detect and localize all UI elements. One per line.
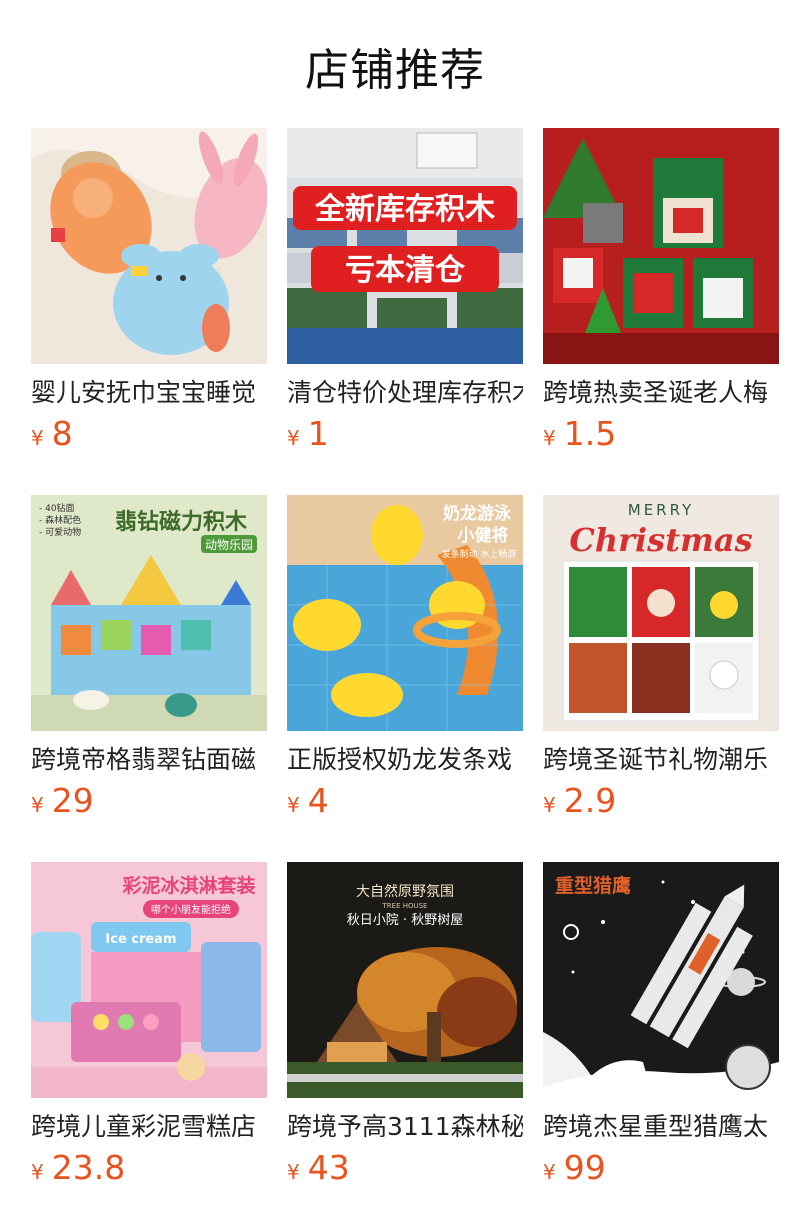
product-card[interactable]: 婴儿安抚巾宝宝睡觉 ¥8 [31,128,267,460]
product-card[interactable]: 翡钻磁力积木 动物乐园 - 40钻面 - 森林配色 - 可爱动物 跨境帝格翡翠钻… [31,495,267,827]
currency-symbol: ¥ [287,1160,300,1184]
christmas-pixel-santa-image [543,128,779,364]
image-subheadline: 秋日小院 · 秋野树屋 [347,913,463,928]
product-card[interactable]: 奶龙游泳 小健将 发条制动 水上畅游 正版授权奶龙发条戏 ¥4 [287,495,523,827]
image-headline: 奶龙游泳 [443,503,512,524]
page-title: 店铺推荐 [305,45,485,96]
price-value: 99 [563,1148,606,1187]
christmas-block-display-image: MERRY Christmas [543,495,779,731]
currency-symbol: ¥ [543,1160,556,1184]
product-card[interactable]: 彩泥冰淇淋套装 哪个小朋友能拒绝 Ice cream 跨境儿童彩泥雪糕店 ¥23… [31,862,267,1194]
product-image[interactable]: 翡钻磁力积木 动物乐园 - 40钻面 - 森林配色 - 可爱动物 [31,495,267,731]
image-subheadline: Christmas [569,521,752,559]
yellow-duck-pool-image: 奶龙游泳 小健将 发条制动 水上畅游 [287,495,523,731]
clearance-blocks-warehouse-image: 全新库存积木 亏本清仓 [287,128,523,364]
image-sign: Ice cream [105,932,176,947]
product-image[interactable]: 重型猎鹰 [543,862,779,1098]
product-card[interactable]: 大自然原野氛围 TREE HOUSE 秋日小院 · 秋野树屋 跨境予高3111森… [287,862,523,1194]
price-value: 4 [307,781,329,820]
price-value: 43 [307,1148,350,1187]
price-value: 2.9 [563,781,617,820]
product-name[interactable]: 跨境儿童彩泥雪糕店 [31,1110,267,1144]
falcon-rocket-image: 重型猎鹰 [543,862,779,1098]
currency-symbol: ¥ [287,426,300,450]
product-price: ¥2.9 [543,781,779,827]
image-feature: - 森林配色 [39,514,81,526]
price-value: 8 [51,414,73,453]
image-feature: - 可爱动物 [39,526,81,538]
price-value: 29 [51,781,94,820]
product-name[interactable]: 跨境杰星重型猎鹰太 [543,1110,779,1144]
image-headline: 重型猎鹰 [555,874,631,897]
currency-symbol: ¥ [543,793,556,817]
product-price: ¥4 [287,781,523,827]
product-card[interactable]: 重型猎鹰 跨境杰星重型猎鹰太 ¥99 [543,862,779,1194]
image-headline: 彩泥冰淇淋套装 [121,874,255,897]
product-image[interactable]: 奶龙游泳 小健将 发条制动 水上畅游 [287,495,523,731]
image-feature: - 40钻面 [39,502,75,514]
product-image[interactable]: 彩泥冰淇淋套装 哪个小朋友能拒绝 Ice cream [31,862,267,1098]
product-name[interactable]: 跨境热卖圣诞老人梅 [543,376,779,410]
image-headline: MERRY [628,501,694,519]
product-price: ¥8 [31,414,267,460]
product-name[interactable]: 跨境圣诞节礼物潮乐 [543,743,779,777]
product-image[interactable]: 大自然原野氛围 TREE HOUSE 秋日小院 · 秋野树屋 [287,862,523,1098]
price-value: 23.8 [51,1148,126,1187]
forest-treehouse-image: 大自然原野氛围 TREE HOUSE 秋日小院 · 秋野树屋 [287,862,523,1098]
product-name[interactable]: 正版授权奶龙发条戏 [287,743,523,777]
image-headline: 大自然原野氛围 [356,883,454,900]
currency-symbol: ¥ [31,426,44,450]
product-card[interactable]: 全新库存积木 亏本清仓 清仓特价处理库存积木 ¥1 [287,128,523,460]
currency-symbol: ¥ [287,793,300,817]
magnetic-tiles-castle-image: 翡钻磁力积木 动物乐园 - 40钻面 - 森林配色 - 可爱动物 [31,495,267,731]
product-price: ¥1.5 [543,414,779,460]
product-name[interactable]: 清仓特价处理库存积木 [287,376,523,410]
price-value: 1.5 [563,414,617,453]
product-image[interactable] [543,128,779,364]
product-name[interactable]: 跨境帝格翡翠钻面磁 [31,743,267,777]
image-badge: 动物乐园 [205,538,253,552]
product-image[interactable] [31,128,267,364]
product-price: ¥23.8 [31,1148,267,1194]
product-price: ¥99 [543,1148,779,1194]
image-headline: 翡钻磁力积木 [115,509,248,535]
image-tagline: 哪个小朋友能拒绝 [151,903,231,916]
product-name[interactable]: 跨境予高3111森林秘 [287,1110,523,1144]
currency-symbol: ¥ [543,426,556,450]
product-image[interactable]: MERRY Christmas [543,495,779,731]
image-subheadline: 小健将 [458,525,509,546]
currency-symbol: ¥ [31,793,44,817]
product-card[interactable]: 跨境热卖圣诞老人梅 ¥1.5 [543,128,779,460]
product-card[interactable]: MERRY Christmas 跨境圣诞节礼物潮乐 ¥2.9 [543,495,779,827]
image-tagline: 发条制动 水上畅游 [442,548,517,560]
price-value: 1 [307,414,329,453]
product-image[interactable]: 全新库存积木 亏本清仓 [287,128,523,364]
image-headline: 全新库存积木 [314,192,495,227]
image-label: TREE HOUSE [382,902,428,910]
product-price: ¥1 [287,414,523,460]
currency-symbol: ¥ [31,1160,44,1184]
ice-cream-play-set-image: 彩泥冰淇淋套装 哪个小朋友能拒绝 Ice cream [31,862,267,1098]
product-price: ¥29 [31,781,267,827]
baby-comfort-toys-image [31,128,267,364]
image-subheadline: 亏本清仓 [345,253,466,288]
product-name[interactable]: 婴儿安抚巾宝宝睡觉 [31,376,267,410]
product-price: ¥43 [287,1148,523,1194]
